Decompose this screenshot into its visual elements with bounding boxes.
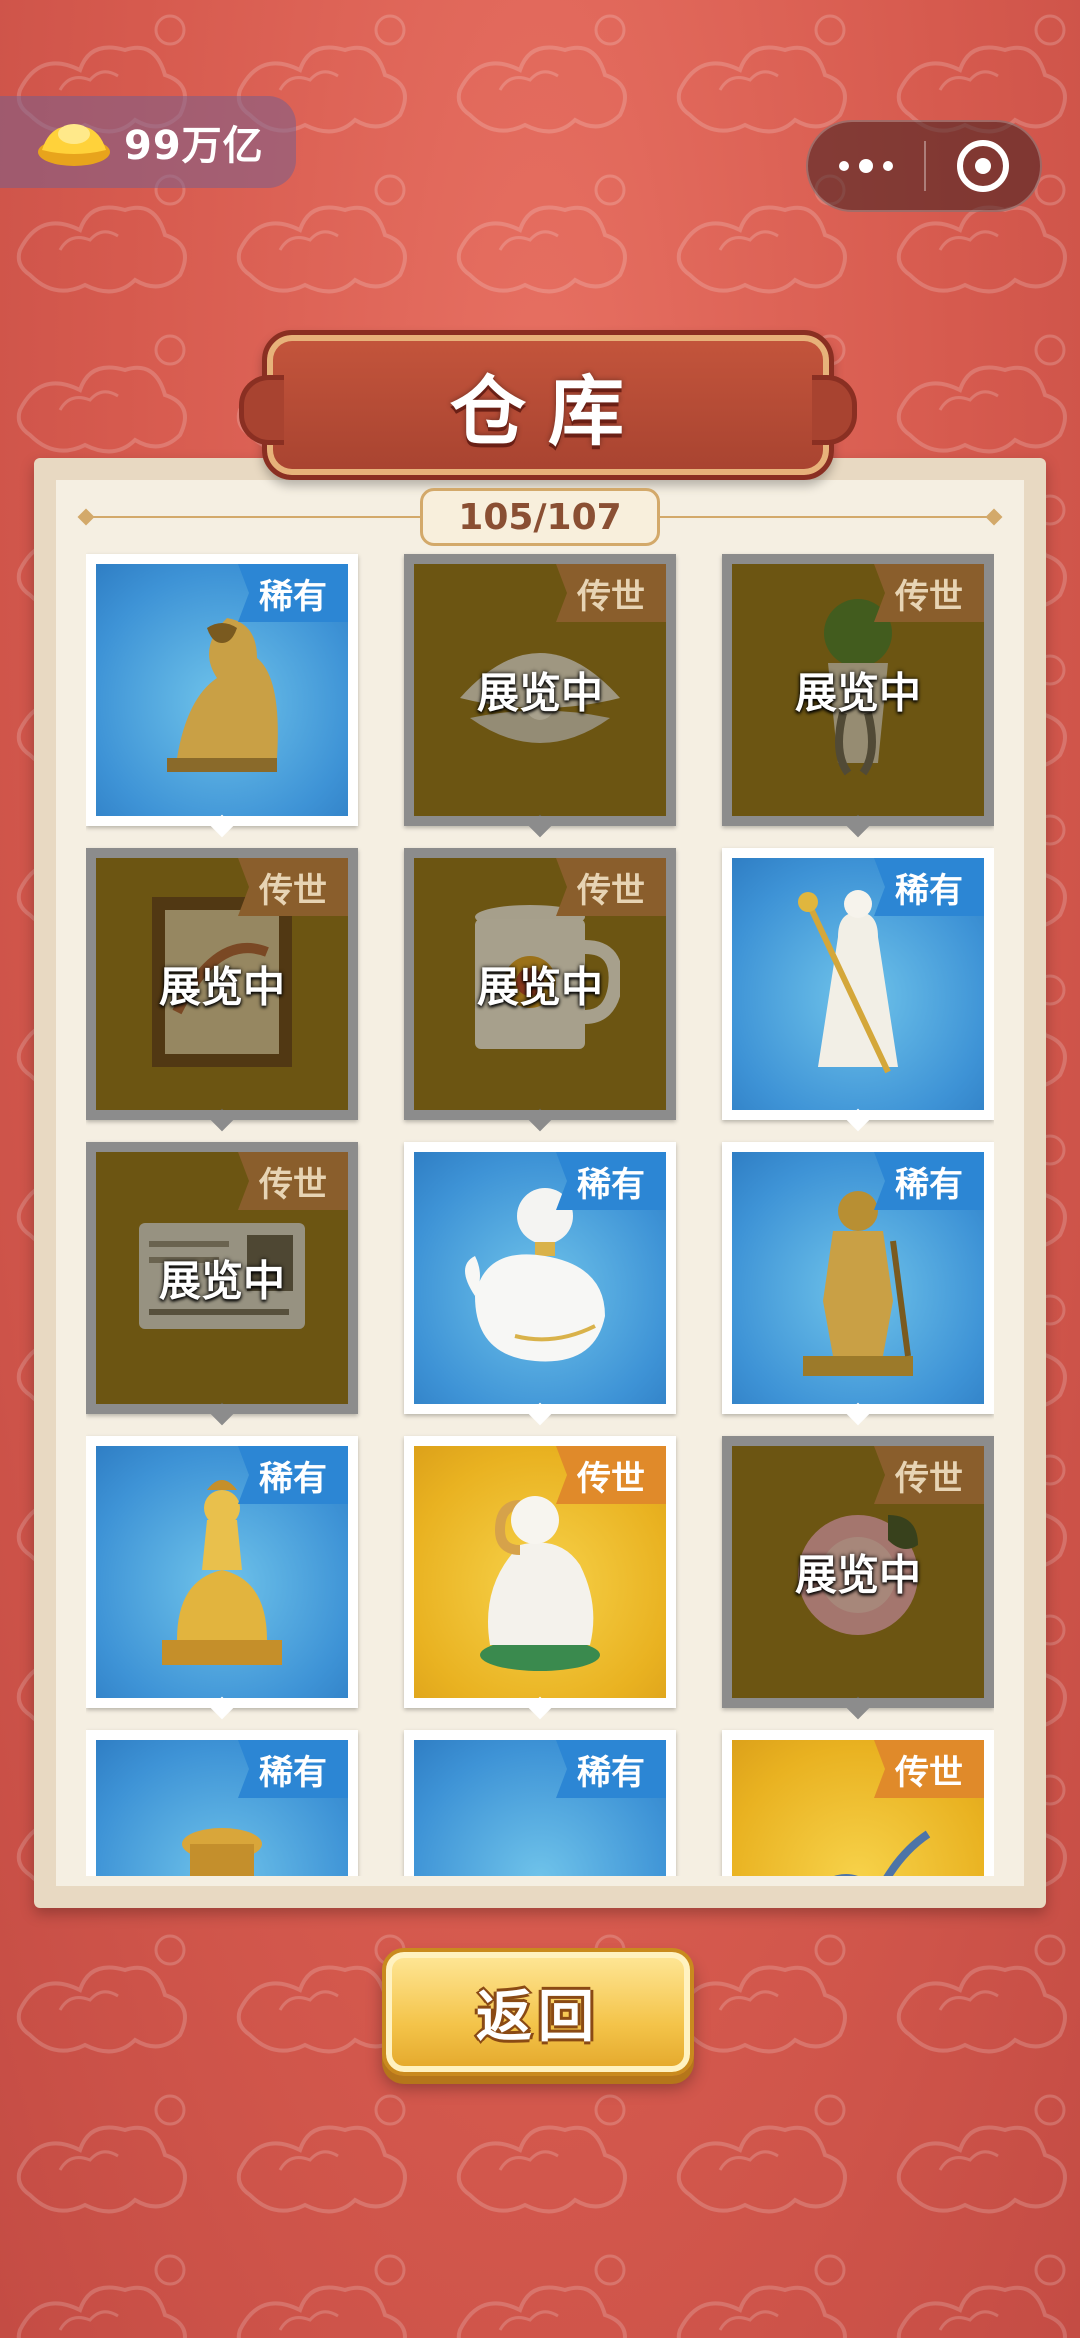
item-artwork: 稀有 — [96, 1446, 348, 1698]
card-pointer — [210, 814, 234, 838]
card-pointer — [528, 1402, 552, 1426]
item-artwork: 展览中 传世 — [96, 1152, 348, 1404]
item-artwork: 展览中 传世 — [732, 564, 984, 816]
card-pointer — [210, 1402, 234, 1426]
exhibit-status-label: 展览中 — [158, 1256, 285, 1306]
item-card[interactable]: 展览中 传世 — [404, 554, 676, 838]
gold-ingot-icon — [36, 116, 112, 168]
card-pointer — [528, 1696, 552, 1720]
bronze-tiger-statue-image — [147, 598, 297, 782]
exhibit-status-label: 展览中 — [794, 1550, 921, 1600]
item-card[interactable]: 展览中 传世 — [86, 848, 358, 1132]
rare-tag: 稀有 — [238, 1446, 348, 1504]
exhibit-status-label: 展览中 — [794, 668, 921, 718]
page-title: 仓库 — [450, 367, 646, 456]
item-card[interactable]: 稀有 — [86, 554, 358, 838]
item-card[interactable]: 稀有 — [404, 1142, 676, 1426]
item-artwork: 稀有 — [732, 1152, 984, 1404]
item-card[interactable]: 稀有 — [722, 848, 994, 1132]
item-artwork: 传世 — [414, 1446, 666, 1698]
card-pointer — [210, 1108, 234, 1132]
item-card[interactable]: 展览中 传世 — [404, 848, 676, 1132]
item-artwork: 展览中 传世 — [414, 564, 666, 816]
rare-tag: 稀有 — [874, 858, 984, 916]
card-pointer — [210, 1696, 234, 1720]
currency-display[interactable]: 99万亿 — [0, 96, 296, 188]
close-target-icon[interactable] — [926, 140, 1040, 192]
item-artwork: 稀有 — [96, 564, 348, 816]
card-pointer — [528, 814, 552, 838]
item-artwork: 展览中 传世 — [414, 858, 666, 1110]
item-card[interactable]: 稀有 — [722, 1142, 994, 1426]
heirloom-tag: 传世 — [874, 564, 984, 622]
heirloom-tag: 传世 — [874, 1740, 984, 1798]
item-card[interactable]: 展览中 传世 — [86, 1142, 358, 1426]
item-artwork: 展览中 传世 — [732, 1446, 984, 1698]
heirloom-tag: 传世 — [238, 1152, 348, 1210]
golden-urn-image — [162, 1804, 282, 1876]
item-card[interactable]: 展览中 传世 — [722, 554, 994, 838]
item-card[interactable]: 稀有 — [86, 1436, 358, 1720]
return-button[interactable]: 返回 — [382, 1948, 694, 2076]
card-pointer — [846, 1696, 870, 1720]
item-card[interactable]: 传世 — [404, 1436, 676, 1720]
item-artwork: 传世 — [732, 1740, 984, 1876]
card-pointer — [846, 1108, 870, 1132]
rare-tag: 稀有 — [238, 564, 348, 622]
item-card[interactable]: 稀有 — [404, 1730, 676, 1876]
rare-tag: 稀有 — [556, 1152, 666, 1210]
heirloom-tag: 传世 — [556, 564, 666, 622]
currency-value: 99万亿 — [124, 123, 264, 169]
exhibit-status-label: 展览中 — [158, 962, 285, 1012]
item-artwork: 稀有 — [414, 1152, 666, 1404]
rare-tag: 稀有 — [238, 1740, 348, 1798]
item-grid-viewport[interactable]: 稀有 展览中 传世 展览中 传世 展览中 传世 展览中 传世 稀有 展览中 传世 稀有 稀有 稀有 传世 展览中… — [86, 546, 994, 1876]
title-banner: 仓库 — [239, 330, 857, 480]
exhibit-status-label: 展览中 — [476, 668, 603, 718]
item-artwork: 展览中 传世 — [96, 858, 348, 1110]
item-card[interactable]: 展览中 传世 — [722, 1436, 994, 1720]
card-pointer — [528, 1108, 552, 1132]
heirloom-tag: 传世 — [556, 858, 666, 916]
item-artwork: 稀有 — [96, 1740, 348, 1876]
card-pointer — [846, 814, 870, 838]
rare-tag: 稀有 — [556, 1740, 666, 1798]
heirloom-tag: 传世 — [556, 1446, 666, 1504]
item-artwork: 稀有 — [414, 1740, 666, 1876]
item-card[interactable]: 传世 — [722, 1730, 994, 1876]
item-counter: 105/107 — [420, 488, 660, 546]
item-card[interactable]: 稀有 — [86, 1730, 358, 1876]
miniprogram-capsule — [806, 120, 1042, 212]
exhibit-status-label: 展览中 — [476, 962, 603, 1012]
card-pointer — [846, 1402, 870, 1426]
item-artwork: 稀有 — [732, 858, 984, 1110]
heirloom-tag: 传世 — [874, 1446, 984, 1504]
dragon-item-image — [778, 1804, 938, 1876]
more-dots-icon[interactable] — [808, 122, 924, 210]
heirloom-tag: 传世 — [238, 858, 348, 916]
rare-tag: 稀有 — [874, 1152, 984, 1210]
